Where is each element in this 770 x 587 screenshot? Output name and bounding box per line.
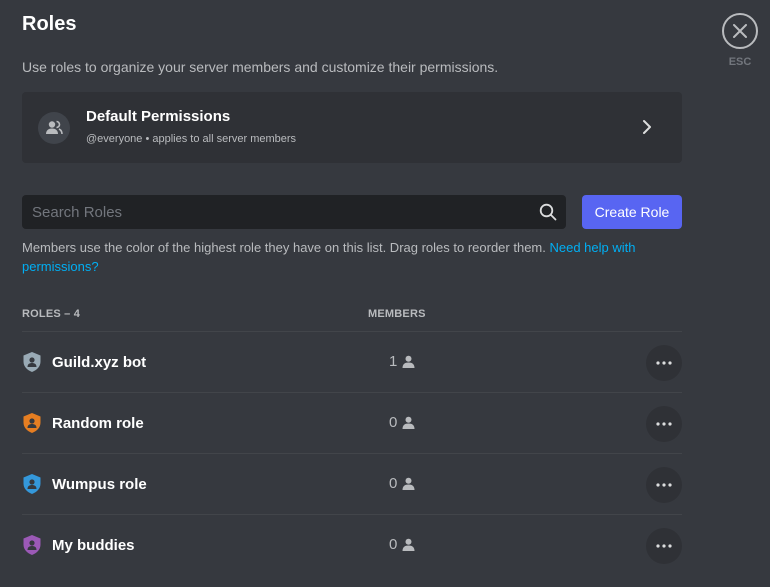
- role-name: Wumpus role: [52, 476, 147, 493]
- role-row[interactable]: Guild.xyz bot 1: [22, 331, 682, 392]
- member-icon: [402, 538, 415, 551]
- member-count-value: 0: [389, 536, 398, 553]
- close-icon: [733, 24, 747, 38]
- role-shield-icon: [23, 352, 41, 372]
- role-name: Guild.xyz bot: [52, 354, 147, 371]
- role-row[interactable]: Random role 0: [22, 392, 682, 453]
- default-permissions-card[interactable]: Default Permissions @everyone • applies …: [22, 92, 682, 163]
- help-text: Members use the color of the highest rol…: [22, 238, 672, 276]
- more-options-button[interactable]: [646, 528, 682, 564]
- role-name: Random role: [52, 415, 144, 432]
- more-options-button[interactable]: [646, 467, 682, 503]
- search-input[interactable]: [22, 195, 566, 229]
- default-permissions-title: Default Permissions: [86, 108, 231, 125]
- more-icon: [656, 483, 672, 487]
- member-icon: [402, 355, 415, 368]
- more-icon: [656, 544, 672, 548]
- roles-column-header: ROLES – 4: [22, 308, 81, 320]
- role-shield-icon: [23, 474, 41, 494]
- members-icon: [38, 112, 70, 144]
- default-permissions-subtitle: @everyone • applies to all server member…: [86, 133, 297, 145]
- page-title: Roles: [22, 13, 77, 35]
- create-role-button[interactable]: Create Role: [582, 195, 682, 229]
- role-name: My buddies: [52, 537, 135, 554]
- member-count-value: 0: [389, 414, 398, 431]
- members-column-header: MEMBERS: [368, 308, 426, 320]
- member-count: 0: [389, 414, 415, 431]
- roles-settings-page: Roles Use roles to organize your server …: [0, 0, 770, 587]
- more-icon: [656, 361, 672, 365]
- more-options-button[interactable]: [646, 406, 682, 442]
- role-row[interactable]: My buddies 0: [22, 514, 682, 575]
- chevron-right-icon: [643, 120, 651, 134]
- member-count: 0: [389, 475, 415, 492]
- role-row[interactable]: Wumpus role 0: [22, 453, 682, 514]
- search-box: [22, 195, 566, 229]
- page-description: Use roles to organize your server member…: [22, 59, 499, 75]
- close-button[interactable]: [722, 13, 758, 49]
- member-count: 0: [389, 536, 415, 553]
- more-options-button[interactable]: [646, 345, 682, 381]
- esc-label: ESC: [728, 56, 752, 68]
- close-control: ESC: [721, 13, 759, 68]
- member-icon: [402, 477, 415, 490]
- member-count: 1: [389, 353, 415, 370]
- roles-list: Guild.xyz bot 1 Random role 0 Wumpus rol…: [22, 331, 682, 575]
- search-icon: [539, 203, 557, 221]
- member-count-value: 0: [389, 475, 398, 492]
- role-shield-icon: [23, 535, 41, 555]
- more-icon: [656, 422, 672, 426]
- member-icon: [402, 416, 415, 429]
- member-count-value: 1: [389, 353, 398, 370]
- help-description: Members use the color of the highest rol…: [22, 240, 550, 255]
- role-shield-icon: [23, 413, 41, 433]
